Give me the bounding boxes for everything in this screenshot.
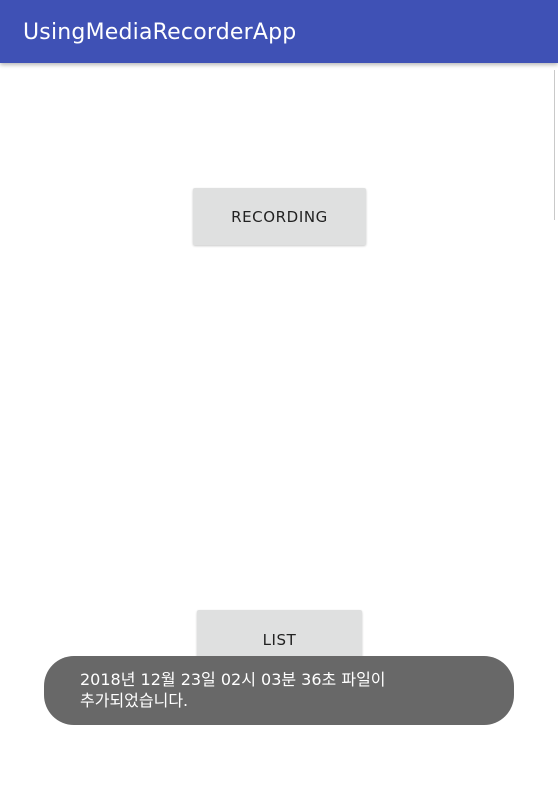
toast-text: 2018년 12월 23일 02시 03분 36초 파일이 추가되었습니다. bbox=[80, 670, 386, 710]
recording-button[interactable]: RECORDING bbox=[193, 188, 366, 245]
app-bar: UsingMediaRecorderApp bbox=[0, 0, 558, 63]
scrollbar[interactable] bbox=[554, 70, 558, 220]
app-title: UsingMediaRecorderApp bbox=[23, 20, 297, 45]
toast-message: 2018년 12월 23일 02시 03분 36초 파일이 추가되었습니다. bbox=[44, 656, 514, 725]
